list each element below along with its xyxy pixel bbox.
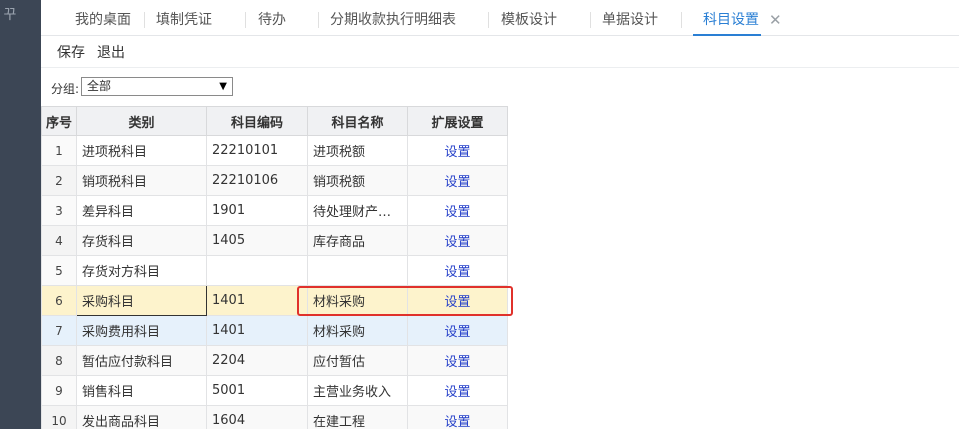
row-name[interactable]: 销项税额 — [307, 165, 408, 196]
row-code[interactable]: 22210101 — [206, 135, 308, 166]
row-code[interactable] — [206, 255, 308, 286]
settings-link[interactable]: 设置 — [407, 225, 508, 256]
table-row-hover[interactable]: 7 采购费用科目 1401 材料采购 设置 — [41, 315, 508, 346]
row-category[interactable]: 存货科目 — [76, 225, 207, 256]
settings-link[interactable]: 设置 — [407, 285, 508, 316]
table-row[interactable]: 5 存货对方科目 设置 — [41, 255, 508, 286]
row-seq: 1 — [41, 135, 77, 166]
row-name[interactable]: 库存商品 — [307, 225, 408, 256]
settings-link[interactable]: 设置 — [407, 165, 508, 196]
row-category[interactable]: 差异科目 — [76, 195, 207, 226]
row-seq: 10 — [41, 405, 77, 429]
tab-divider — [245, 12, 246, 28]
row-seq: 7 — [41, 315, 77, 346]
row-category[interactable]: 发出商品科目 — [76, 405, 207, 429]
settings-link[interactable]: 设置 — [407, 135, 508, 166]
row-code[interactable]: 5001 — [206, 375, 308, 406]
row-category[interactable]: 存货对方科目 — [76, 255, 207, 286]
settings-link[interactable]: 设置 — [407, 255, 508, 286]
table-header-row: 序号 类别 科目编码 科目名称 扩展设置 — [41, 106, 508, 136]
close-icon[interactable]: ✕ — [769, 0, 782, 36]
left-sidebar: 꾸 — [0, 0, 41, 429]
table-row[interactable]: 10 发出商品科目 1604 在建工程 设置 — [41, 405, 508, 429]
row-category[interactable]: 暂估应付款科目 — [76, 345, 207, 376]
settings-link[interactable]: 设置 — [407, 315, 508, 346]
column-header-category[interactable]: 类别 — [76, 106, 207, 136]
group-filter-label: 分组: — [51, 82, 80, 96]
filter-bar: 分组: 全部 ▼ — [41, 68, 959, 106]
row-code[interactable]: 1405 — [206, 225, 308, 256]
sidebar-glyph: 꾸 — [3, 7, 17, 23]
tab-divider — [488, 12, 489, 28]
group-select[interactable]: 全部 ▼ — [81, 77, 233, 96]
table-row[interactable]: 3 差异科目 1901 待处理财产… 设置 — [41, 195, 508, 226]
table-row[interactable]: 4 存货科目 1405 库存商品 设置 — [41, 225, 508, 256]
tab-bar: 我的桌面 填制凭证 待办 分期收款执行明细表 模板设计 单据设计 科目设置 ✕ — [41, 0, 959, 36]
tab-installment-detail[interactable]: 分期收款执行明细表 — [330, 0, 456, 36]
column-header-seq[interactable]: 序号 — [41, 106, 77, 136]
toolbar: 保存 退出 — [41, 36, 959, 68]
tab-divider — [681, 12, 682, 28]
row-seq: 4 — [41, 225, 77, 256]
row-name[interactable]: 材料采购 — [307, 285, 408, 316]
exit-button[interactable]: 退出 — [97, 42, 125, 62]
tab-fill-voucher[interactable]: 填制凭证 — [156, 0, 212, 36]
table-row-selected[interactable]: 6 采购科目 1401 材料采购 设置 — [41, 285, 508, 316]
row-seq: 8 — [41, 345, 77, 376]
tab-divider — [144, 12, 145, 28]
column-header-extended[interactable]: 扩展设置 — [407, 106, 508, 136]
table-row[interactable]: 1 进项税科目 22210101 进项税额 设置 — [41, 135, 508, 166]
table-row[interactable]: 9 销售科目 5001 主营业务收入 设置 — [41, 375, 508, 406]
row-category[interactable]: 销售科目 — [76, 375, 207, 406]
row-seq: 2 — [41, 165, 77, 196]
settings-link[interactable]: 设置 — [407, 405, 508, 429]
tab-document-design[interactable]: 单据设计 — [602, 0, 658, 36]
save-button[interactable]: 保存 — [57, 42, 85, 62]
row-code[interactable]: 1604 — [206, 405, 308, 429]
settings-link[interactable]: 设置 — [407, 375, 508, 406]
group-select-value: 全部 — [87, 79, 112, 93]
row-seq: 5 — [41, 255, 77, 286]
settings-link[interactable]: 设置 — [407, 195, 508, 226]
row-category[interactable]: 销项税科目 — [76, 165, 207, 196]
row-name[interactable]: 材料采购 — [307, 315, 408, 346]
tab-my-desktop[interactable]: 我的桌面 — [75, 0, 131, 36]
row-name[interactable]: 进项税额 — [307, 135, 408, 166]
row-seq: 6 — [41, 285, 77, 316]
column-header-name[interactable]: 科目名称 — [307, 106, 408, 136]
row-name[interactable]: 在建工程 — [307, 405, 408, 429]
tab-divider — [318, 12, 319, 28]
tab-todo[interactable]: 待办 — [258, 0, 286, 36]
settings-link[interactable]: 设置 — [407, 345, 508, 376]
row-code[interactable]: 1401 — [206, 285, 308, 316]
row-code[interactable]: 22210106 — [206, 165, 308, 196]
tab-subject-settings[interactable]: 科目设置 — [693, 0, 761, 36]
tab-divider — [590, 12, 591, 28]
row-name[interactable] — [307, 255, 408, 286]
row-name[interactable]: 待处理财产… — [307, 195, 408, 226]
row-seq: 9 — [41, 375, 77, 406]
row-category[interactable]: 采购费用科目 — [76, 315, 207, 346]
table-row[interactable]: 2 销项税科目 22210106 销项税额 设置 — [41, 165, 508, 196]
row-code[interactable]: 1901 — [206, 195, 308, 226]
table-row[interactable]: 8 暂估应付款科目 2204 应付暂估 设置 — [41, 345, 508, 376]
row-name[interactable]: 主营业务收入 — [307, 375, 408, 406]
row-code[interactable]: 1401 — [206, 315, 308, 346]
row-code[interactable]: 2204 — [206, 345, 308, 376]
column-header-code[interactable]: 科目编码 — [206, 106, 308, 136]
chevron-down-icon: ▼ — [219, 81, 227, 92]
tab-template-design[interactable]: 模板设计 — [501, 0, 557, 36]
row-category[interactable]: 进项税科目 — [76, 135, 207, 166]
row-category[interactable]: 采购科目 — [76, 285, 207, 316]
subject-settings-table: 序号 类别 科目编码 科目名称 扩展设置 1 进项税科目 22210101 进项… — [41, 106, 508, 429]
row-seq: 3 — [41, 195, 77, 226]
row-name[interactable]: 应付暂估 — [307, 345, 408, 376]
